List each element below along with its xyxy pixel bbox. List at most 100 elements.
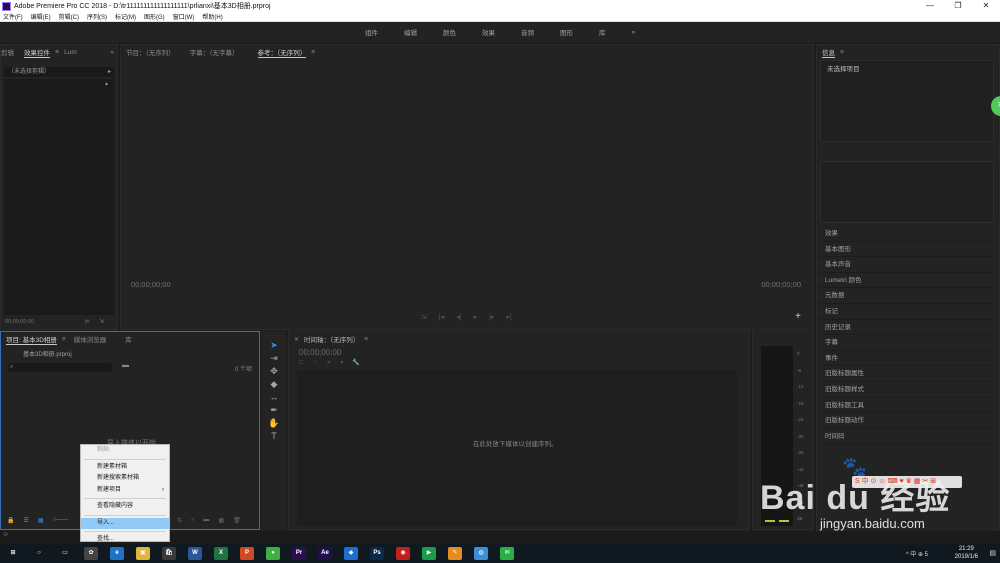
find-icon[interactable]: ⌕ bbox=[191, 517, 194, 524]
pen-tool-icon[interactable]: ✒ bbox=[267, 404, 281, 417]
list-item-metadata[interactable]: 元数据 bbox=[819, 288, 995, 304]
hand-tool-icon[interactable]: ✋ bbox=[267, 417, 281, 430]
expand-arrow-icon[interactable]: ▸ bbox=[108, 67, 111, 77]
project-search-input[interactable]: ⌕ bbox=[8, 363, 112, 372]
slip-tool-icon[interactable]: ↔ bbox=[267, 391, 281, 404]
list-view-icon[interactable]: ☰ bbox=[23, 517, 28, 524]
taskbar-app-ball-icon[interactable]: ◍ bbox=[474, 547, 488, 560]
menu-help[interactable]: 帮助(H) bbox=[202, 12, 222, 21]
sort-icon[interactable]: ⇅ bbox=[177, 517, 182, 524]
system-tray[interactable]: ^ 中 ⊕ 5 bbox=[906, 549, 928, 558]
list-item-essential-sound[interactable]: 基本声音 bbox=[819, 257, 995, 273]
razor-tool-icon[interactable]: ◆ bbox=[267, 378, 281, 391]
taskbar-edge-icon[interactable]: e bbox=[110, 547, 124, 560]
step-back-icon[interactable]: ◂| bbox=[456, 313, 461, 321]
taskbar-search-icon[interactable]: ○ bbox=[32, 547, 46, 560]
workspace-color[interactable]: 颜色 bbox=[443, 27, 456, 37]
taskbar-task-view-icon[interactable]: ▭ bbox=[58, 547, 72, 560]
panel-menu-icon[interactable]: ≡ bbox=[364, 336, 368, 343]
minimize-button[interactable]: — bbox=[916, 0, 944, 12]
lock-icon[interactable]: 🔒 bbox=[7, 517, 14, 524]
go-to-out-icon[interactable]: ▸| bbox=[506, 313, 511, 321]
taskbar-after-effects-icon[interactable]: Ae bbox=[318, 547, 332, 560]
list-item-markers[interactable]: 标记 bbox=[819, 304, 995, 320]
panel-menu-icon[interactable]: ≡ bbox=[62, 336, 66, 343]
tab-project[interactable]: 项目: 基本3D相册 bbox=[6, 334, 57, 345]
menu-clip[interactable]: 剪辑(C) bbox=[59, 12, 79, 21]
list-item-timecode[interactable]: 时间码 bbox=[819, 429, 995, 445]
ripple-edit-tool-icon[interactable]: ✥ bbox=[267, 365, 281, 378]
linked-icon[interactable]: ⚭ bbox=[326, 359, 331, 366]
tab-reference[interactable]: 参考：（无序列） bbox=[257, 47, 307, 58]
list-item-legacy-title-actions[interactable]: 旧版标题动作 bbox=[819, 413, 995, 429]
play-icon[interactable]: ▸ bbox=[474, 313, 478, 321]
menu-item-paste[interactable]: 粘贴 bbox=[81, 445, 169, 457]
workspace-effects[interactable]: 效果 bbox=[482, 27, 495, 37]
go-to-in-icon[interactable]: |◂ bbox=[439, 313, 444, 321]
trash-icon[interactable]: 🗑 bbox=[233, 517, 241, 524]
bin-icon[interactable]: ▬ bbox=[203, 517, 209, 524]
list-item-history[interactable]: 历史记录 bbox=[819, 320, 995, 336]
taskbar-start-icon[interactable]: ⊞ bbox=[6, 547, 20, 560]
list-item-legacy-title-properties[interactable]: 旧版标题属性 bbox=[819, 366, 995, 382]
menu-item-view-hidden[interactable]: 查看隐藏内容 bbox=[81, 501, 169, 513]
workspace-audio[interactable]: 音频 bbox=[521, 27, 534, 37]
list-item-captions[interactable]: 字幕 bbox=[819, 335, 995, 351]
tab-program[interactable]: 节目：（无序列） bbox=[126, 47, 175, 57]
timeline-track-area[interactable] bbox=[297, 370, 737, 526]
panel-overflow-button[interactable]: » bbox=[110, 49, 114, 56]
menu-sequence[interactable]: 序列(S) bbox=[87, 12, 107, 21]
marker-icon[interactable]: ▾ bbox=[340, 359, 343, 366]
ime-toolbar[interactable]: S 中 ⊙ ☺ ⌨ ♥ ♛ ▦ ✂ ⊞ bbox=[852, 476, 962, 488]
menu-file[interactable]: 文件(F) bbox=[3, 12, 23, 21]
close-tab-icon[interactable]: ✕ bbox=[294, 336, 299, 343]
scroll-up-icon[interactable]: ▲ bbox=[104, 81, 109, 87]
tab-media-browser[interactable]: 媒体浏览器 bbox=[74, 334, 107, 344]
close-button[interactable]: ✕ bbox=[972, 0, 1000, 12]
taskbar-word-icon[interactable]: W bbox=[188, 547, 202, 560]
tab-clip[interactable]: 剪辑 bbox=[1, 47, 14, 57]
workspace-editing[interactable]: 编辑 bbox=[404, 27, 417, 37]
taskbar-files-icon[interactable]: ▣ bbox=[136, 547, 150, 560]
track-select-tool-icon[interactable]: ⇥ bbox=[267, 352, 281, 365]
panel-menu-icon[interactable]: ≡ bbox=[840, 49, 844, 56]
selection-tool-icon[interactable]: ➤ bbox=[267, 339, 281, 352]
panel-menu-icon[interactable]: ≡ bbox=[311, 49, 315, 56]
icon-view-icon[interactable]: ▦ bbox=[38, 517, 44, 524]
menu-graphics[interactable]: 图形(G) bbox=[144, 12, 165, 21]
workspace-assembly[interactable]: 组件 bbox=[365, 27, 378, 37]
snap-icon[interactable]: ∩ bbox=[313, 359, 317, 366]
panel-menu-icon[interactable]: ≡ bbox=[55, 49, 59, 56]
menu-window[interactable]: 窗口(W) bbox=[173, 12, 195, 21]
list-item-essential-graphics[interactable]: 基本图形 bbox=[819, 242, 995, 258]
taskbar-powerpoint-icon[interactable]: P bbox=[240, 547, 254, 560]
list-item-effects[interactable]: 效果 bbox=[819, 226, 995, 242]
button-editor-add[interactable]: + bbox=[795, 311, 801, 322]
taskbar-wechat-icon[interactable]: ✉ bbox=[500, 547, 514, 560]
type-tool-icon[interactable]: T bbox=[267, 430, 281, 443]
taskbar-app-red-icon[interactable]: ◉ bbox=[396, 547, 410, 560]
taskbar-app-bird-icon[interactable]: ◆ bbox=[344, 547, 358, 560]
new-bin-icon[interactable]: ▬ bbox=[122, 362, 129, 369]
list-item-legacy-title-tools[interactable]: 旧版标题工具 bbox=[819, 398, 995, 414]
tab-captions[interactable]: 字幕：（无字幕） bbox=[190, 47, 239, 57]
taskbar-app-orange-icon[interactable]: ✎ bbox=[448, 547, 462, 560]
menu-item-new-bin[interactable]: 新建素材箱 bbox=[81, 462, 169, 474]
filter-icon[interactable]: ⊳ bbox=[85, 318, 90, 325]
zoom-slider[interactable]: ○—— bbox=[53, 517, 69, 524]
menu-markers[interactable]: 标记(M) bbox=[115, 12, 136, 21]
taskbar-excel-icon[interactable]: X bbox=[214, 547, 228, 560]
list-item-lumetri-color[interactable]: Lumetri 颜色 bbox=[819, 273, 995, 289]
menu-item-import[interactable]: 导入... bbox=[81, 517, 169, 529]
nest-icon[interactable]: ⊏ bbox=[299, 359, 304, 366]
taskbar-app-play-icon[interactable]: ▶ bbox=[422, 547, 436, 560]
step-forward-icon[interactable]: |▸ bbox=[489, 313, 494, 321]
tab-lumetri[interactable]: Lum bbox=[64, 49, 77, 56]
menu-item-new-search-bin[interactable]: 新建搜索素材箱 bbox=[81, 473, 169, 485]
export-icon[interactable]: ⇲ bbox=[99, 318, 104, 325]
tab-effect-controls[interactable]: 效果控件 bbox=[24, 47, 50, 58]
notification-icon[interactable]: ▤ bbox=[989, 549, 996, 557]
taskbar-app-flower-icon[interactable]: ✿ bbox=[84, 547, 98, 560]
tab-timeline[interactable]: 时间轴：（无序列） bbox=[304, 334, 359, 344]
taskbar-app-green-icon[interactable]: ● bbox=[266, 547, 280, 560]
